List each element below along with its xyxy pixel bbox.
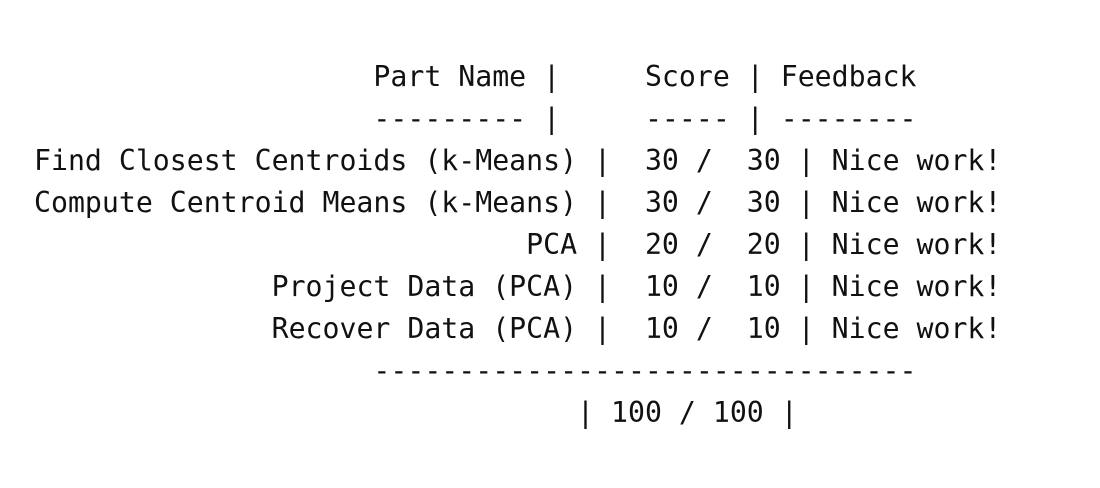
header-score: Score [644, 60, 730, 93]
row-feedback: Nice work! [831, 144, 1002, 177]
row-score-possible: 20 [746, 228, 781, 261]
total-row: | 100 / 100 | [34, 396, 798, 429]
row-score-earned: 20 [644, 228, 679, 261]
row-part-name: Compute Centroid Means (k-Means) [34, 186, 578, 219]
footer-rule: -------------------------------- [34, 350, 1001, 392]
row-score-earned: 30 [644, 144, 679, 177]
header-part-name: Part Name [373, 60, 527, 93]
table-row: Project Data (PCA) | 10 / 10 | Nice work… [271, 270, 1002, 303]
row-score-earned: 10 [644, 270, 679, 303]
divider-score: ----- [644, 102, 730, 135]
row-feedback: Nice work! [831, 312, 1002, 345]
row-part-name: PCA [526, 228, 578, 261]
divider-feedback: -------- [780, 102, 917, 135]
row-feedback: Nice work! [831, 228, 1002, 261]
row-part-name: Recover Data (PCA) [271, 312, 578, 345]
divider-part-name: --------- [373, 102, 527, 135]
row-feedback: Nice work! [831, 270, 1002, 303]
divider-row: --------- | ----- | -------- [373, 102, 917, 135]
table-row: Compute Centroid Means (k-Means) | 30 / … [34, 186, 1002, 219]
row-score-earned: 30 [644, 186, 679, 219]
grading-report: Part Name | Score | Feedback --------- |… [34, 56, 1001, 434]
row-part-name: Project Data (PCA) [271, 270, 578, 303]
row-score-earned: 10 [644, 312, 679, 345]
row-feedback: Nice work! [831, 186, 1002, 219]
row-score-possible: 30 [746, 144, 781, 177]
header-row: Part Name | Score | Feedback [373, 60, 917, 93]
footer-rule-dashes: -------------------------------- [373, 354, 917, 387]
row-score-possible: 10 [746, 312, 781, 345]
table-row: Find Closest Centroids (k-Means) | 30 / … [34, 144, 1002, 177]
total-score-earned: 100 [611, 396, 662, 429]
row-score-possible: 30 [746, 186, 781, 219]
row-score-possible: 10 [746, 270, 781, 303]
table-row: Recover Data (PCA) | 10 / 10 | Nice work… [271, 312, 1002, 345]
row-part-name: Find Closest Centroids (k-Means) [34, 144, 578, 177]
table-row: PCA | 20 / 20 | Nice work! [526, 228, 1002, 261]
total-score-possible: 100 [712, 396, 764, 429]
header-feedback: Feedback [780, 60, 917, 93]
